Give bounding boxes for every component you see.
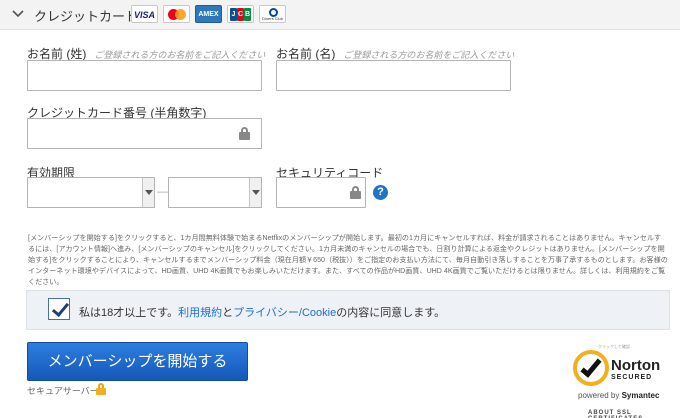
lock-icon: [350, 186, 361, 199]
norton-powered-by: powered by Symantec: [578, 391, 660, 400]
mastercard-logo-icon: [163, 5, 190, 23]
norton-verify-text: クリックして確認: [598, 344, 630, 349]
amex-logo-icon: AMEX: [195, 5, 222, 23]
first-name-input[interactable]: [276, 60, 511, 91]
lock-icon: [239, 127, 250, 140]
jcb-logo-icon: JCB: [227, 5, 254, 23]
last-name-hint: ご登録される方のお名前をご記入ください: [94, 50, 266, 60]
first-name-hint: ご登録される方のお名前をご記入ください: [343, 50, 515, 60]
last-name-label-text: お名前 (姓): [27, 47, 87, 61]
privacy-cookie-link[interactable]: プライバシー/Cookie: [233, 307, 336, 319]
agreement-age-text: 私は18才以上です。: [79, 307, 179, 319]
agreement-connector: と: [222, 307, 234, 319]
secure-server-label: セキュアサーバー: [27, 386, 99, 396]
start-membership-button[interactable]: メンバーシップを開始する: [27, 342, 248, 381]
expiry-separator: —: [157, 186, 168, 198]
chevron-down-icon[interactable]: [142, 178, 154, 207]
agree-checkbox[interactable]: [48, 298, 70, 320]
diners-club-logo-icon: Diners Club: [259, 5, 286, 23]
norton-name: Norton: [611, 357, 661, 374]
visa-logo-icon: VISA: [131, 5, 158, 23]
norton-secured-badge[interactable]: クリックして確認 Norton SECURED powered by Syman…: [573, 344, 673, 418]
payment-method-title: クレジットカード: [34, 9, 139, 24]
first-name-label-text: お名前 (名): [276, 47, 336, 61]
agreement-consent-text: の内容に同意します。: [336, 307, 446, 319]
agreement-text: 私は18才以上です。利用規約とプライバシー/Cookieの内容に同意します。: [79, 304, 445, 320]
expiry-year-select[interactable]: [168, 177, 262, 208]
membership-terms-text: [メンバーシップを開始する]をクリックすると、1カ月間無料体験で始まるNetfl…: [28, 234, 668, 286]
last-name-input[interactable]: [27, 60, 262, 91]
security-code-input[interactable]: [276, 177, 366, 208]
terms-of-use-link[interactable]: 利用規約: [178, 307, 222, 319]
age-terms-agreement: 私は18才以上です。利用規約とプライバシー/Cookieの内容に同意します。: [26, 290, 670, 330]
chevron-down-icon[interactable]: [249, 178, 261, 207]
norton-checkmark-icon: [573, 350, 609, 386]
lock-icon: [96, 383, 106, 395]
expiry-month-select[interactable]: [27, 177, 155, 208]
card-number-input[interactable]: [27, 118, 262, 149]
security-code-help-icon[interactable]: ?: [373, 185, 388, 200]
payment-method-header[interactable]: クレジットカード VISA AMEX JCB Diners Club: [0, 0, 680, 30]
chevron-down-icon[interactable]: [11, 7, 25, 21]
norton-secured-text: SECURED: [611, 374, 653, 381]
norton-about-ssl: ABOUT SSL CERTIFICATES: [588, 410, 642, 418]
